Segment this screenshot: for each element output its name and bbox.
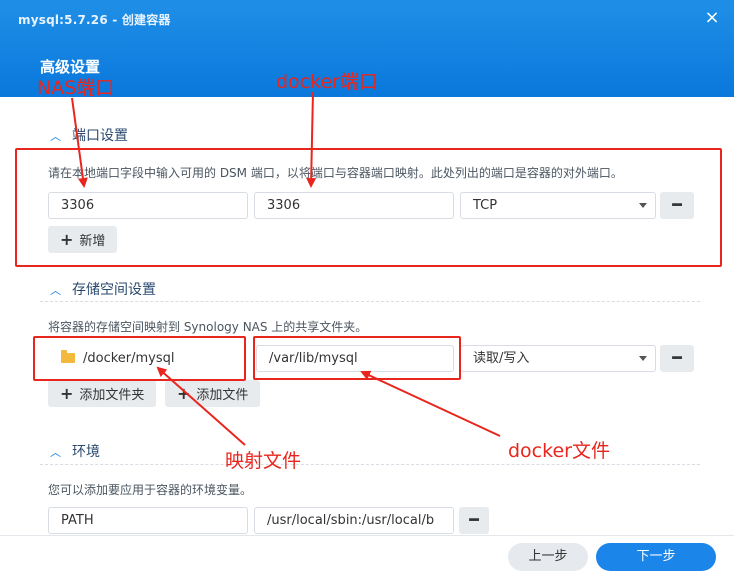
arrow-nas-port [71,97,88,188]
arrow-docker-port [306,91,317,188]
arrow-docker-file [360,370,501,437]
annotation-arrows [71,91,501,446]
arrow-mapped-file [156,366,246,446]
